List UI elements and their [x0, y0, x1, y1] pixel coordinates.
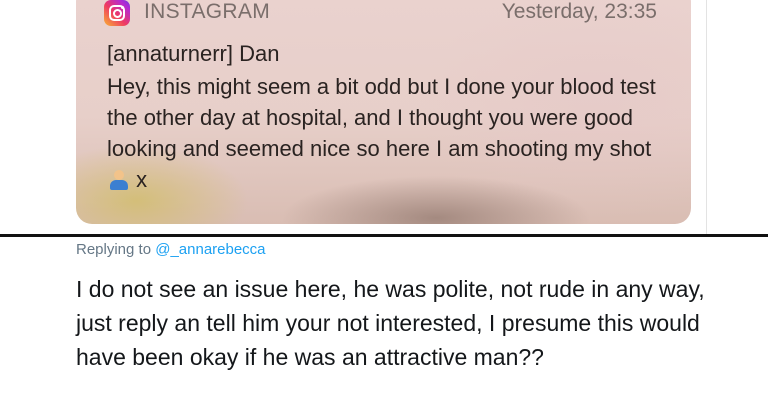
replying-to-label: Replying to [76, 241, 152, 258]
screenshot-area: INSTAGRAM Yesterday, 23:35 [annaturnerr]… [0, 0, 768, 234]
instagram-icon [104, 0, 130, 26]
notification-body-text: Hey, this might seem a bit odd but I don… [107, 74, 656, 161]
divider [0, 234, 768, 237]
reply-handle-link[interactable]: @_annarebecca [155, 241, 265, 258]
notification-timestamp: Yesterday, 23:35 [501, 0, 657, 23]
instagram-notification[interactable]: INSTAGRAM Yesterday, 23:35 [annaturnerr]… [76, 0, 691, 224]
replying-to-line: Replying to @_annarebecca [76, 241, 266, 258]
notification-app-name: INSTAGRAM [144, 0, 270, 23]
notification-title: [annaturnerr] Dan [107, 41, 280, 66]
person-shrugging-emoji [108, 170, 130, 190]
notification-body: Hey, this might seem a bit odd but I don… [107, 71, 667, 195]
vertical-rule [706, 0, 707, 234]
reply-tweet-text: I do not see an issue here, he was polit… [76, 276, 705, 370]
notification-body-suffix: x [130, 167, 148, 192]
